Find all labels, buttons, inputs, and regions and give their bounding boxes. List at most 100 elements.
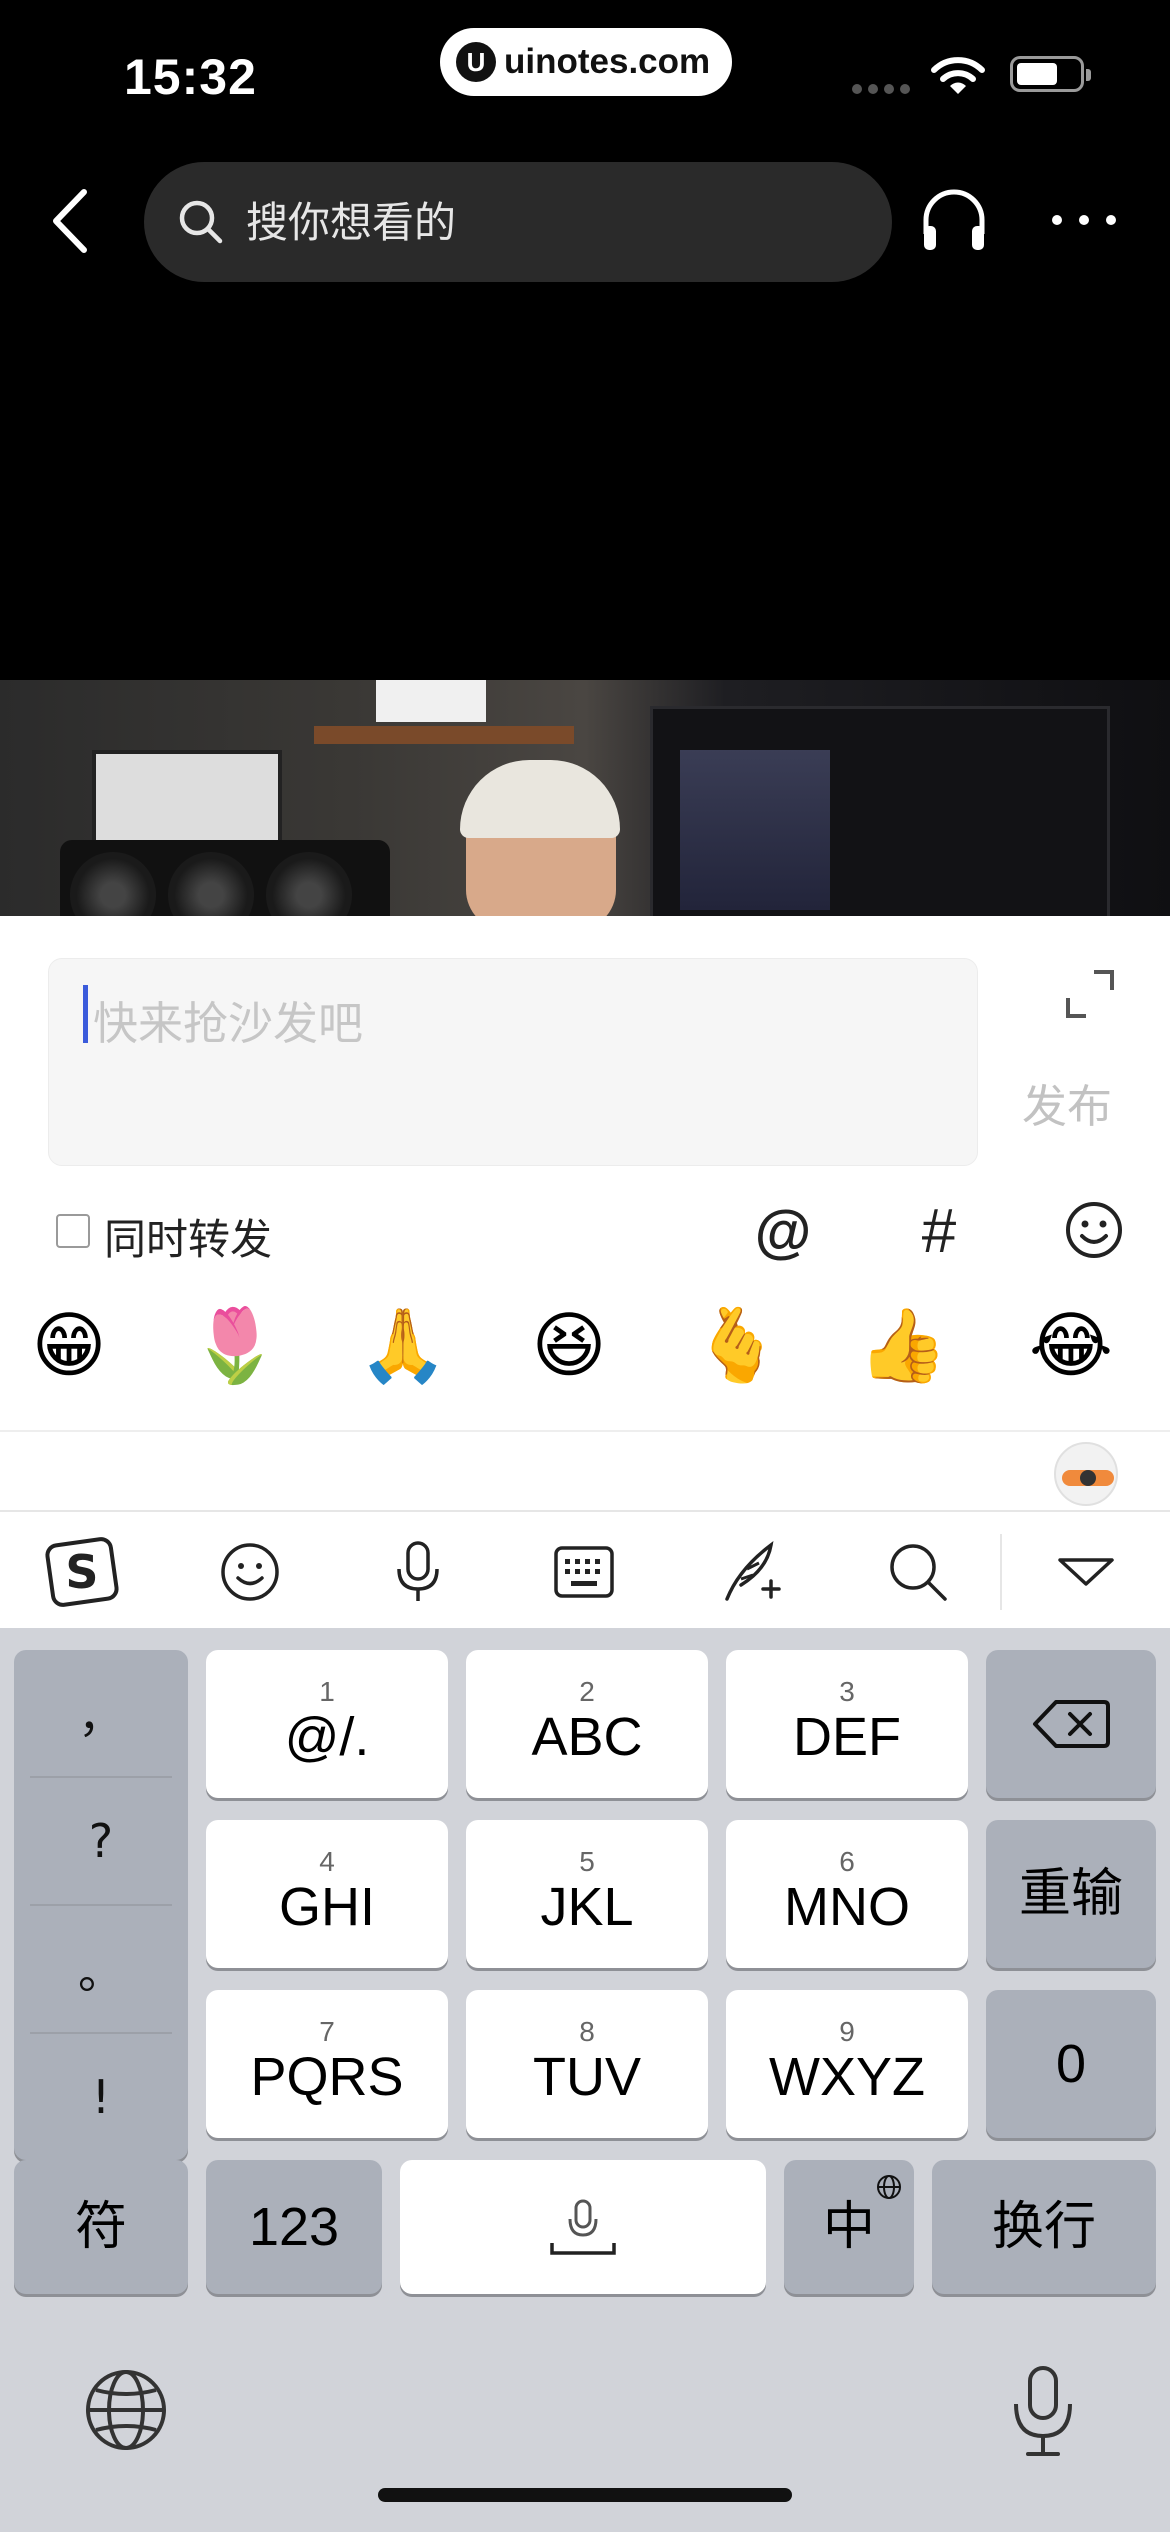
search-icon	[179, 200, 223, 244]
emoji-laugh[interactable]: 😆	[524, 1300, 614, 1390]
back-icon[interactable]	[44, 186, 100, 256]
key-label: DEF	[793, 1707, 901, 1767]
search-icon[interactable]	[880, 1534, 956, 1610]
retype-key[interactable]: 重输	[986, 1820, 1156, 1968]
pc-case-glass	[680, 750, 830, 910]
sogou-logo-icon[interactable]: S	[44, 1534, 120, 1610]
key-8[interactable]: 8 TUV	[466, 1990, 708, 2138]
key-number: 6	[839, 1846, 855, 1877]
key-number: 4	[319, 1846, 335, 1877]
quick-emoji-row: 😁 🌷 🙏 😆 🫰 👍 😂	[0, 1300, 1170, 1410]
key-number: 1	[319, 1676, 335, 1707]
shelf	[314, 726, 574, 744]
battery-icon	[1010, 56, 1091, 92]
person-cap	[460, 760, 620, 838]
forward-label[interactable]: 同时转发	[104, 1206, 272, 1267]
key-2[interactable]: 2 ABC	[466, 1650, 708, 1798]
dictation-microphone-icon[interactable]	[1008, 2364, 1078, 2460]
numbers-key[interactable]: 123	[206, 2160, 382, 2294]
key-7[interactable]: 7 PQRS	[206, 1990, 448, 2138]
key-number: 9	[839, 2016, 855, 2047]
emoji-grin[interactable]: 😁	[24, 1300, 114, 1390]
key-number: 7	[319, 2016, 335, 2047]
emoji-heart-hand[interactable]: 🫰	[692, 1300, 782, 1390]
svg-text:S: S	[65, 1545, 98, 1599]
hashtag-button[interactable]: #	[906, 1196, 972, 1267]
key-label: 中	[822, 2197, 875, 2257]
globe-icon	[877, 2175, 901, 2199]
collapse-icon[interactable]	[1048, 1534, 1124, 1610]
emoji-pray[interactable]: 🙏	[358, 1300, 448, 1390]
symbols-key[interactable]: 符	[14, 2160, 188, 2294]
handwriting-icon[interactable]	[714, 1534, 790, 1610]
mascot-icon[interactable]	[1054, 1442, 1118, 1506]
key-4[interactable]: 4 GHI	[206, 1820, 448, 1968]
status-time: 15:32	[124, 49, 257, 105]
key-number: 3	[839, 1676, 855, 1707]
space-microphone-icon	[550, 2199, 616, 2255]
key-0[interactable]: 0	[986, 1990, 1156, 2138]
key-label: 0	[1055, 2034, 1087, 2094]
key-1[interactable]: 1 @/.	[206, 1650, 448, 1798]
punctuation-column[interactable]: ， ? 。 !	[14, 1650, 188, 2160]
comment-sheet: 快来抢沙发吧 发布 同时转发 @ # 😁 🌷 🙏 😆 🫰 👍 😂	[0, 916, 1170, 1510]
text-caret	[83, 985, 88, 1043]
emoji-tulip[interactable]: 🌷	[190, 1300, 280, 1390]
video-thumbnail[interactable]	[0, 680, 1170, 916]
key-label: 123	[248, 2197, 340, 2257]
punct-question[interactable]: ?	[14, 1778, 188, 1904]
key-number: 8	[579, 2016, 595, 2047]
key-label: MNO	[784, 1877, 910, 1937]
more-icon[interactable]	[1052, 210, 1116, 230]
backspace-icon	[1033, 1700, 1110, 1748]
chinese-input-key[interactable]: 中	[784, 2160, 914, 2294]
cellular-signal-icon	[852, 84, 910, 94]
expand-icon[interactable]	[1064, 968, 1116, 1020]
key-label: PQRS	[250, 2047, 404, 2107]
key-label: 重输	[1018, 1864, 1123, 1924]
key-3[interactable]: 3 DEF	[726, 1650, 968, 1798]
key-label: GHI	[278, 1877, 375, 1937]
enter-key[interactable]: 换行	[932, 2160, 1156, 2294]
search-input[interactable]	[246, 197, 846, 247]
punct-exclaim[interactable]: !	[14, 2034, 188, 2160]
space-key[interactable]	[400, 2160, 766, 2294]
publish-button[interactable]: 发布	[1022, 1070, 1112, 1135]
key-6[interactable]: 6 MNO	[726, 1820, 968, 1968]
key-label: @/.	[284, 1707, 370, 1767]
toolbar-divider	[1000, 1534, 1002, 1610]
ime-toolbar: S	[0, 1510, 1170, 1628]
key-label: 换行	[991, 2197, 1096, 2257]
key-9[interactable]: 9 WXYZ	[726, 1990, 968, 2138]
wifi-icon	[931, 57, 985, 94]
keyboard: ， ? 。 ! 1 @/. 2 ABC 3 DEF 4 GHI 5 JKL 6 …	[0, 1628, 1170, 2532]
globe-icon[interactable]	[84, 2368, 168, 2452]
key-number: 2	[579, 1676, 595, 1707]
emoji-tears-of-joy[interactable]: 😂	[1026, 1300, 1116, 1390]
top-area: 15:32 U uinotes.com	[0, 0, 1170, 680]
comment-placeholder: 快来抢沙发吧	[93, 997, 364, 1050]
key-5[interactable]: 5 JKL	[466, 1820, 708, 1968]
microphone-icon[interactable]	[380, 1534, 456, 1610]
key-number: 5	[579, 1846, 595, 1877]
key-label: TUV	[533, 2047, 641, 2107]
key-label: JKL	[540, 1877, 634, 1937]
url-pill[interactable]: U uinotes.com	[440, 28, 732, 96]
emoji-icon[interactable]	[212, 1534, 288, 1610]
key-label: ABC	[531, 1707, 643, 1767]
punct-comma[interactable]: ，	[14, 1650, 188, 1776]
uinotes-logo-icon: U	[456, 42, 496, 82]
divider	[0, 1430, 1170, 1432]
comment-input[interactable]: 快来抢沙发吧	[48, 958, 978, 1166]
punct-period[interactable]: 。	[14, 1906, 188, 2032]
keyboard-icon[interactable]	[546, 1534, 622, 1610]
headphone-icon[interactable]	[920, 186, 988, 252]
key-label: 符	[74, 2197, 127, 2257]
mention-button[interactable]: @	[750, 1198, 816, 1265]
search-bar[interactable]	[144, 162, 892, 282]
emoji-picker-icon[interactable]	[1064, 1200, 1124, 1260]
home-indicator[interactable]	[378, 2488, 792, 2502]
forward-checkbox[interactable]	[56, 1214, 90, 1248]
delete-key[interactable]	[986, 1650, 1156, 1798]
emoji-thumbs-up[interactable]: 👍	[858, 1300, 948, 1390]
